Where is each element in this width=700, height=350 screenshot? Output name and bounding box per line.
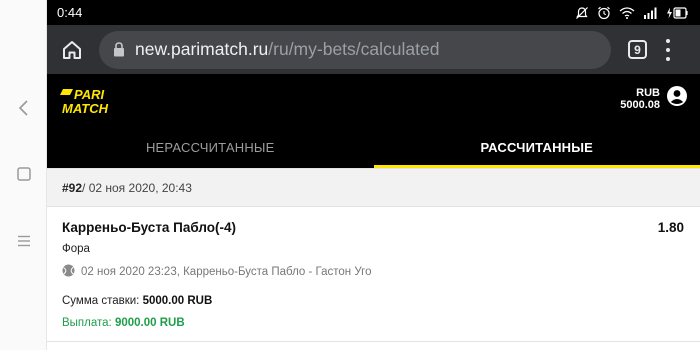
browser-toolbar: new.parimatch.ru/ru/my-bets/calculated 9 — [47, 25, 700, 74]
status-time: 0:44 — [57, 5, 83, 20]
status-bar: 0:44 — [47, 0, 700, 25]
url-field[interactable]: new.parimatch.ru/ru/my-bets/calculated — [99, 30, 611, 69]
wifi-icon — [619, 6, 635, 19]
payout-line: Выплата: 9000.00 RUB — [62, 317, 185, 329]
divider — [47, 341, 700, 342]
home-icon[interactable] — [57, 35, 87, 65]
tab-switcher-button[interactable]: 9 — [628, 40, 647, 59]
bet-header: #92 / 02 ноя 2020, 20:43 — [47, 168, 700, 207]
square-icon[interactable] — [12, 162, 36, 186]
stake-value: 5000.00 RUB — [142, 295, 213, 307]
url-host: new.parimatch.ru — [135, 39, 269, 59]
mute-icon — [575, 6, 589, 20]
bet-market: Фора — [62, 243, 90, 255]
bet-selection: Карреньо-Буста Пабло(-4) — [62, 220, 237, 235]
logo-text-match: MATCH — [62, 101, 109, 115]
balance-value: 5000.08 — [620, 98, 660, 111]
signal-icon — [643, 7, 658, 19]
stake-line: Сумма ставки: 5000.00 RUB — [62, 295, 212, 307]
alarm-icon — [597, 6, 611, 20]
system-navigation — [0, 0, 47, 350]
user-icon[interactable] — [666, 85, 688, 112]
payout-label: Выплата: — [62, 317, 115, 329]
phone-screen: 0:44 new.parimatch.ru /ru/my-bets/calcul… — [47, 0, 700, 350]
bet-odds: 1.80 — [657, 220, 684, 235]
bet-number: #92 — [62, 180, 83, 195]
event-line: 02 ноя 2020 23:23, Карреньо-Буста Пабло … — [62, 264, 371, 280]
tennis-ball-icon — [62, 264, 75, 280]
status-icons — [575, 6, 688, 20]
bets-tabs: НЕРАССЧИТАННЫЕ РАССЧИТАННЫЕ — [47, 126, 700, 168]
lock-icon — [113, 42, 125, 57]
site-header: PARI MATCH RUB 5000.08 — [47, 74, 700, 126]
tab-settled[interactable]: РАССЧИТАННЫЕ — [373, 126, 700, 168]
tab-unsettled[interactable]: НЕРАССЧИТАННЫЕ — [47, 126, 374, 168]
account-area[interactable]: RUB 5000.08 — [620, 85, 688, 112]
stake-label: Сумма ставки: — [62, 295, 143, 307]
bet-placed-at: / 02 ноя 2020, 20:43 — [82, 180, 192, 195]
event-info: 02 ноя 2020 23:23, Карреньо-Буста Пабло … — [81, 266, 372, 278]
url-path: /ru/my-bets/calculated — [268, 39, 440, 59]
payout-value: 9000.00 RUB — [114, 317, 185, 329]
currency-label: RUB — [636, 86, 660, 99]
logo-text-pari: PARI — [74, 87, 104, 102]
battery-icon — [666, 6, 688, 19]
parimatch-logo[interactable]: PARI MATCH — [59, 87, 141, 120]
balance-block: RUB 5000.08 — [620, 87, 660, 111]
back-icon[interactable] — [12, 96, 36, 120]
browser-menu-icon[interactable] — [665, 38, 671, 61]
menu-lines-icon[interactable] — [12, 229, 36, 253]
